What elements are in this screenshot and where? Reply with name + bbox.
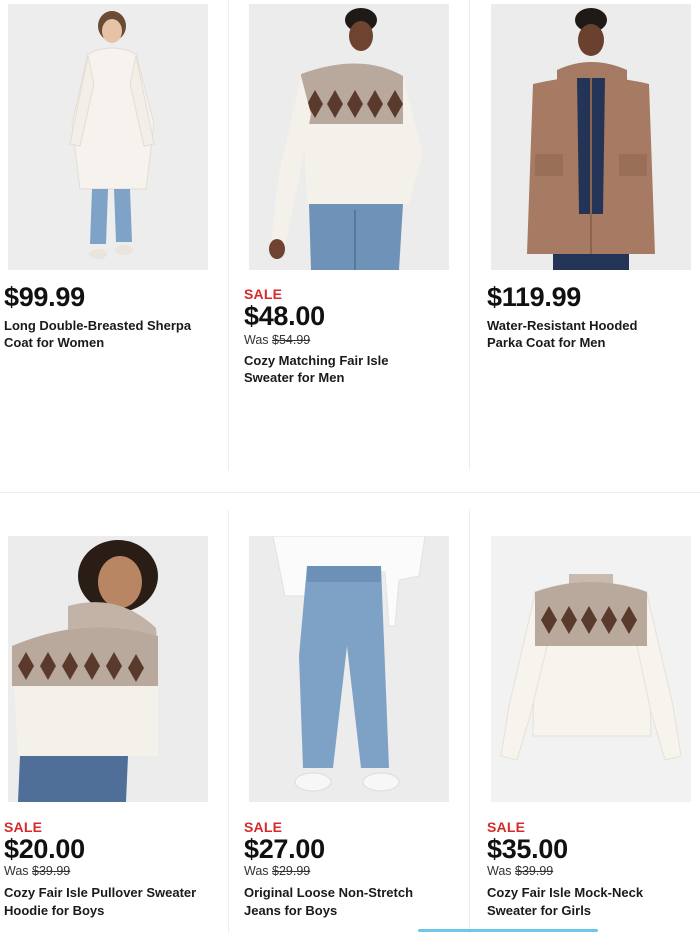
product-card-mock-neck-sweater-girls[interactable]: SALE $35.00 Was $39.99 Cozy Fair Isle Mo… — [470, 510, 700, 933]
product-card-fair-isle-sweater-men[interactable]: SALE $48.00 Was $54.99 Cozy Matching Fai… — [229, 0, 469, 470]
was-prefix: Was — [244, 864, 273, 878]
product-name-line[interactable]: Hoodie for Boys — [4, 902, 104, 919]
product-card-fair-isle-hoodie-boys[interactable]: SALE $20.00 Was $39.99 Cozy Fair Isle Pu… — [0, 510, 228, 933]
product-image[interactable] — [8, 4, 208, 270]
product-card-loose-jeans-boys[interactable]: SALE $27.00 Was $29.99 Original Loose No… — [229, 510, 469, 933]
product-price: $48.00 — [244, 301, 325, 331]
sale-label: SALE — [487, 819, 526, 835]
was-prefix: Was — [4, 864, 33, 878]
product-image[interactable] — [249, 536, 449, 802]
was-price: Was $54.99 — [244, 333, 310, 347]
was-price-value: $29.99 — [272, 864, 311, 878]
grid-divider — [0, 492, 700, 493]
product-name-line[interactable]: Jeans for Boys — [244, 902, 337, 919]
was-prefix: Was — [244, 333, 273, 347]
product-price: $20.00 — [4, 834, 85, 864]
was-price-value: $39.99 — [32, 864, 71, 878]
product-name-line[interactable]: Coat for Women — [4, 334, 104, 351]
sale-label: SALE — [244, 819, 283, 835]
was-price-value: $54.99 — [272, 333, 311, 347]
product-price: $119.99 — [487, 282, 582, 312]
was-price: Was $29.99 — [244, 864, 310, 878]
was-price: Was $39.99 — [4, 864, 70, 878]
sale-label: SALE — [244, 286, 283, 302]
product-name-line[interactable]: Parka Coat for Men — [487, 334, 605, 351]
product-card-sherpa-coat[interactable]: $99.99 Long Double-Breasted Sherpa Coat … — [0, 0, 228, 470]
was-price: Was $39.99 — [487, 864, 553, 878]
product-price: $35.00 — [487, 834, 568, 864]
was-price-value: $39.99 — [515, 864, 554, 878]
product-card-parka-coat[interactable]: $119.99 Water-Resistant Hooded Parka Coa… — [470, 0, 700, 470]
product-price: $27.00 — [244, 834, 325, 864]
product-name-line[interactable]: Sweater for Men — [244, 369, 344, 386]
product-image[interactable] — [491, 4, 691, 270]
product-name-line[interactable]: Sweater for Girls — [487, 902, 591, 919]
product-image[interactable] — [491, 536, 691, 802]
product-name-line[interactable]: Cozy Fair Isle Mock-Neck — [487, 884, 643, 901]
scroll-indicator[interactable] — [418, 929, 598, 932]
product-image[interactable] — [249, 4, 449, 270]
product-image[interactable] — [8, 536, 208, 802]
product-name-line[interactable]: Cozy Fair Isle Pullover Sweater — [4, 884, 196, 901]
product-name-line[interactable]: Long Double-Breasted Sherpa — [4, 317, 191, 334]
was-prefix: Was — [487, 864, 516, 878]
sale-label: SALE — [4, 819, 43, 835]
product-name-line[interactable]: Cozy Matching Fair Isle — [244, 352, 388, 369]
product-name-line[interactable]: Original Loose Non-Stretch — [244, 884, 413, 901]
product-name-line[interactable]: Water-Resistant Hooded — [487, 317, 637, 334]
product-price: $99.99 — [4, 282, 85, 312]
